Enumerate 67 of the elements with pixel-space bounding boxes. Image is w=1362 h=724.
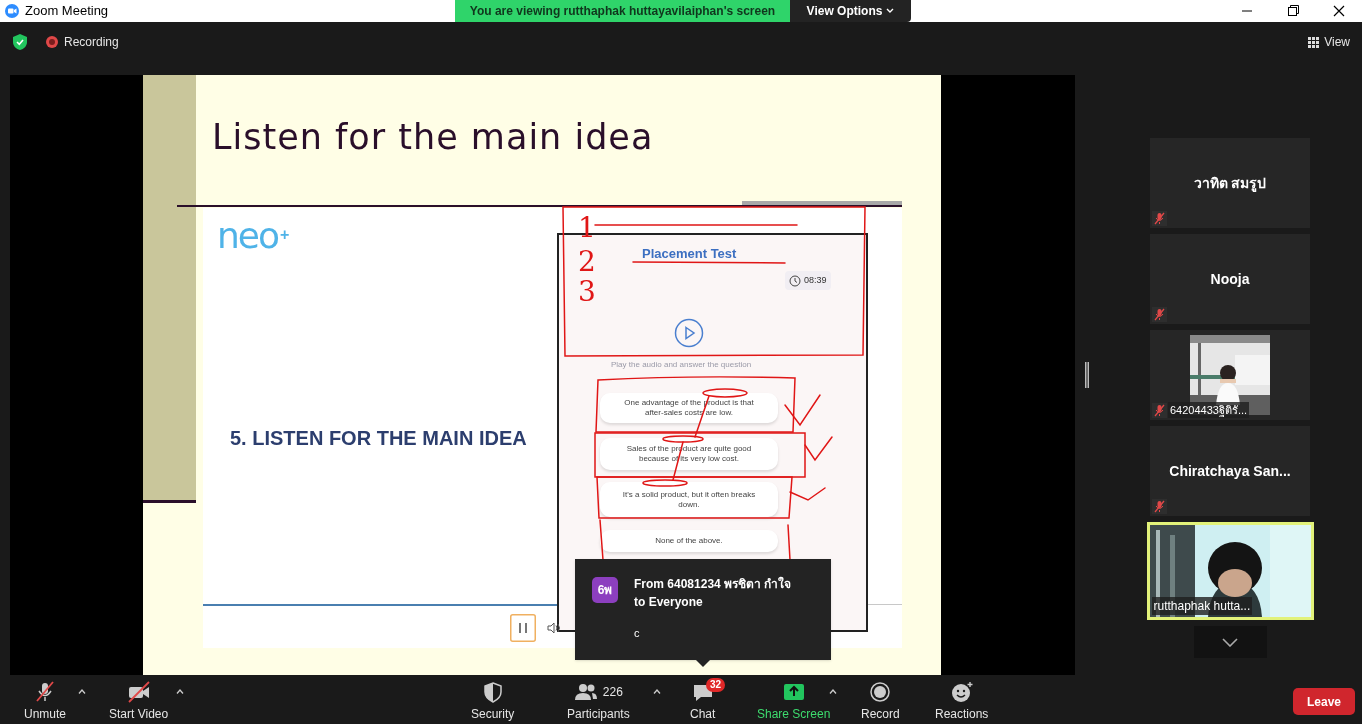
chat-message: c <box>634 626 641 641</box>
caret-up-icon[interactable] <box>829 689 837 694</box>
answer-option[interactable]: It's a solid product, but it often breaks down. <box>600 482 778 517</box>
timer-text: 08:39 <box>804 273 827 287</box>
chat-sender: From 64081234 พรชิตา กำใจ <box>634 575 792 593</box>
view-button[interactable]: View <box>1308 33 1350 51</box>
handwritten-number: 2 <box>578 247 596 277</box>
shield-icon <box>12 33 28 51</box>
brand-logo: neo <box>217 219 278 253</box>
participant-tile[interactable]: rutthaphak hutta... <box>1146 522 1314 620</box>
chat-recipient: to Everyone <box>634 594 704 611</box>
participant-name: rutthaphak hutta... <box>1151 597 1253 615</box>
participant-name: Nooja <box>1209 270 1251 289</box>
participant-tile[interactable]: Chiratchaya San... <box>1150 426 1310 516</box>
window-title: Zoom Meeting <box>25 2 109 21</box>
clock-icon <box>789 274 801 287</box>
chevron-down-icon <box>1222 637 1238 647</box>
participant-name: 64204433ฐิติรั... <box>1168 401 1250 418</box>
toolbar-button[interactable]: Share Screen <box>757 679 831 723</box>
participant-tile[interactable]: Nooja <box>1150 234 1310 324</box>
unread-badge: 32 <box>706 678 726 692</box>
share-banner: You are viewing rutthaphak huttayavilaiphan's screen <box>455 0 790 22</box>
instruction-text: Play the audio and answer the question <box>611 359 752 371</box>
logo-plus: + <box>280 227 290 243</box>
caret-icon <box>886 8 895 14</box>
toolbar-button[interactable]: 226 Participants <box>567 679 630 723</box>
caret-up-icon[interactable] <box>78 689 86 694</box>
toolbar-button[interactable]: Record <box>861 679 900 723</box>
participant-name: วาทิต สมรูป <box>1192 174 1268 194</box>
record-icon <box>868 681 893 703</box>
participant-tile[interactable]: 64204433ฐิติรั... <box>1150 330 1310 420</box>
share-screen-icon <box>781 681 806 703</box>
callout-pointer <box>696 660 710 667</box>
caret-up-icon[interactable] <box>653 689 661 694</box>
view-options-button[interactable]: View Options <box>790 0 911 22</box>
sender-avatar: 6พ <box>592 577 618 603</box>
recording-icon <box>46 36 58 48</box>
toolbar-button[interactable]: Unmute <box>24 679 67 723</box>
participant-count: 226 <box>602 684 623 701</box>
muted-mic-icon <box>33 681 57 703</box>
people-icon <box>573 681 598 703</box>
handwritten-number: 3 <box>578 277 596 307</box>
recording-label: Recording <box>64 34 119 51</box>
grid-icon <box>1308 36 1320 48</box>
chat-notification[interactable]: 6พ From 64081234 พรชิตา กำใจ to Everyone c <box>575 559 831 660</box>
leave-button[interactable]: Leave <box>1293 688 1355 715</box>
test-title: Placement Test <box>642 245 737 263</box>
slide-heading: 5. LISTEN FOR THE MAIN IDEA <box>230 426 527 451</box>
slide-title: Listen for the main idea <box>212 116 654 159</box>
resize-handle-icon[interactable] <box>1085 362 1089 388</box>
answer-option[interactable]: None of the above. <box>600 530 778 552</box>
participant-name: Chiratchaya San... <box>1168 462 1292 481</box>
muted-mic-icon <box>1152 307 1167 322</box>
speaker-icon[interactable] <box>547 622 561 634</box>
stopped-video-icon <box>126 681 151 703</box>
toolbar-button[interactable]: Security <box>471 679 515 723</box>
caret-up-icon[interactable] <box>176 689 184 694</box>
muted-mic-icon <box>1152 211 1167 226</box>
play-icon[interactable] <box>674 318 704 348</box>
participant-tile[interactable]: วาทิต สมรูป <box>1150 138 1310 228</box>
app-logo-icon <box>5 4 19 18</box>
pause-icon[interactable] <box>510 614 536 642</box>
muted-mic-icon <box>1152 403 1167 418</box>
smiley-icon <box>949 681 974 703</box>
toolbar-button[interactable]: Reactions <box>935 679 989 723</box>
toolbar-button[interactable]: Start Video <box>109 679 169 723</box>
muted-mic-icon <box>1152 499 1167 514</box>
